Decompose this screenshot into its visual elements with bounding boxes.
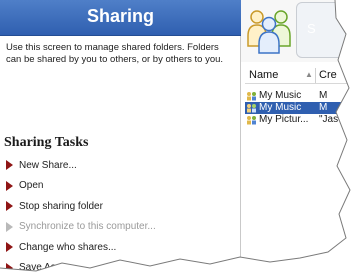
task-label: New Share... bbox=[19, 159, 77, 171]
share-icon bbox=[247, 104, 256, 113]
share-icon bbox=[247, 116, 256, 125]
sharing-tasks-heading: Sharing Tasks bbox=[4, 135, 89, 150]
task-stop-sharing[interactable]: Stop sharing folder bbox=[6, 196, 236, 217]
share-icon bbox=[247, 92, 256, 101]
task-synchronize: Synchronize to this computer... bbox=[6, 217, 236, 238]
task-label: Synchronize to this computer... bbox=[19, 221, 156, 233]
sort-ascending-icon: ▲ bbox=[305, 70, 313, 79]
sharing-window: Sharing Use this screen to manage shared… bbox=[0, 0, 357, 278]
task-label: Save As... bbox=[19, 262, 65, 274]
sharing-description: Use this screen to manage shared folders… bbox=[6, 42, 224, 65]
task-open[interactable]: Open bbox=[6, 176, 236, 197]
task-change-who-shares[interactable]: Change who shares... bbox=[6, 237, 236, 258]
share-name: My Music bbox=[259, 90, 302, 101]
shares-pane: S Name ▲ Cre My Music M My Music M My Pi… bbox=[241, 0, 357, 278]
column-divider[interactable] bbox=[315, 68, 316, 83]
list-item[interactable]: My Music M bbox=[245, 102, 357, 114]
share-name: My Pictur... bbox=[259, 114, 309, 125]
list-header: Name ▲ Cre bbox=[245, 68, 357, 84]
people-icon[interactable] bbox=[245, 6, 293, 54]
sharing-header: Sharing bbox=[0, 0, 241, 36]
column-header-creator[interactable]: Cre bbox=[319, 69, 337, 81]
arrow-icon bbox=[6, 160, 13, 171]
arrow-icon bbox=[6, 262, 13, 273]
sharing-tasks-pane: Sharing Use this screen to manage shared… bbox=[0, 0, 241, 278]
share-creator: M bbox=[319, 90, 328, 101]
arrow-icon bbox=[6, 201, 13, 212]
share-creator: "Jas bbox=[319, 114, 339, 125]
page-title: Sharing bbox=[86, 6, 154, 26]
task-new-share[interactable]: New Share... bbox=[6, 155, 236, 176]
tab-shares[interactable]: S bbox=[296, 2, 357, 58]
column-header-name[interactable]: Name bbox=[249, 69, 278, 81]
task-label: Stop sharing folder bbox=[19, 200, 103, 212]
share-list: My Music M My Music M My Pictur... "Jas bbox=[245, 90, 357, 126]
arrow-icon bbox=[6, 180, 13, 191]
tab-label: S bbox=[307, 21, 316, 36]
task-save-as[interactable]: Save As... bbox=[6, 258, 236, 278]
list-item[interactable]: My Pictur... "Jas bbox=[245, 114, 357, 126]
shares-toolbar: S bbox=[241, 0, 357, 62]
share-creator: M bbox=[319, 102, 328, 113]
share-name: My Music bbox=[259, 102, 302, 113]
task-label: Open bbox=[19, 180, 44, 192]
task-label: Change who shares... bbox=[19, 241, 117, 253]
arrow-icon bbox=[6, 221, 13, 232]
sharing-task-list: New Share... Open Stop sharing folder Sy… bbox=[6, 155, 236, 278]
list-item[interactable]: My Music M bbox=[245, 90, 357, 102]
arrow-icon bbox=[6, 242, 13, 253]
